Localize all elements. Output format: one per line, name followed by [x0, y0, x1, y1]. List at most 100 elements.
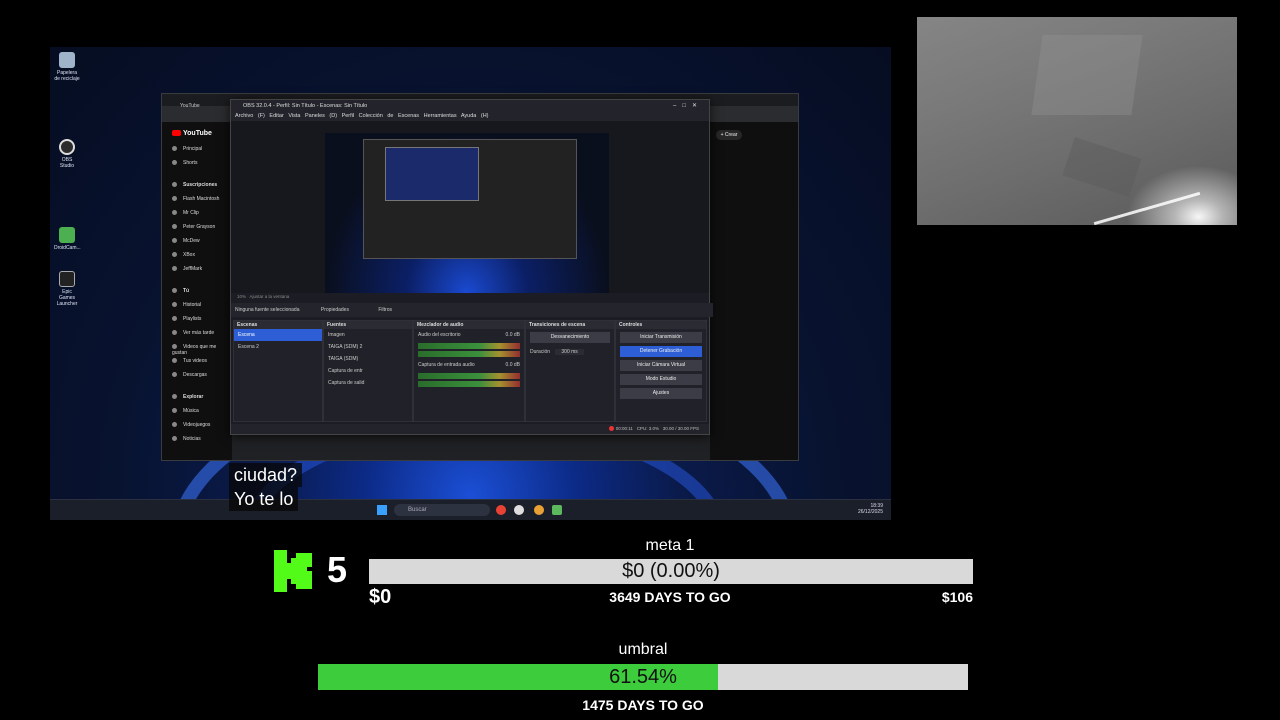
obs-taskbar-icon[interactable]	[514, 505, 524, 515]
source-item[interactable]: Captura de entr	[324, 365, 412, 377]
taskbar-search[interactable]: Buscar	[394, 504, 490, 516]
taskbar-clock[interactable]: 18:39 26/12/2025	[858, 503, 883, 515]
chrome-taskbar-icon[interactable]	[534, 505, 544, 515]
transition-select[interactable]: Desvanecimiento	[530, 332, 610, 343]
scenes-dock: Escenas Escena Escena 2	[233, 320, 323, 422]
desktop-icon-label: OBS Studio	[59, 157, 75, 169]
source-item[interactable]: Imagen	[324, 329, 412, 341]
clock-date: 26/12/2025	[857, 509, 883, 515]
nested-obs	[385, 147, 479, 201]
source-item[interactable]: TAIGA (SDM) 2	[324, 341, 412, 353]
menu-item[interactable]: Herramientas	[424, 113, 457, 119]
obs-studio-icon[interactable]: OBS Studio	[54, 139, 80, 169]
duration-input[interactable]: 300 ms	[555, 349, 584, 355]
menu-item[interactable]: Editar	[269, 113, 283, 119]
sidebar-item[interactable]: Tus videos	[172, 358, 207, 364]
sidebar-item[interactable]: Videojuegos	[172, 422, 210, 428]
fps: 30.00 / 30.00 FPS	[662, 426, 699, 431]
sidebar-item[interactable]: Shorts	[172, 160, 197, 166]
sidebar-item[interactable]: Peter Grayson	[172, 224, 215, 230]
desktop-icon-label: Papelera de reciclaje	[54, 70, 80, 82]
subtitle-line: Yo te lo	[229, 487, 299, 511]
sidebar-item[interactable]: Flash Macintosh	[172, 196, 219, 202]
menu-item[interactable]: Paneles (D)	[305, 113, 337, 119]
obs-window[interactable]: OBS 32.0.4 - Perfil: Sin Título - Escena…	[230, 99, 713, 435]
sidebar-item[interactable]: Principal	[172, 146, 202, 152]
sidebar-heading[interactable]: Explorar	[172, 394, 203, 400]
menu-item[interactable]: Vista	[288, 113, 300, 119]
menu-item[interactable]: Archivo (F)	[235, 113, 265, 119]
youtube-play-icon	[172, 130, 181, 137]
dock-title: Fuentes	[324, 321, 412, 329]
sources-dock: Fuentes Imagen TAIGA (SDM) 2 TAIGA (SDM)…	[323, 320, 413, 422]
sidebar-item[interactable]: XBox	[172, 252, 195, 258]
volume-meter	[418, 351, 520, 357]
sidebar-item[interactable]: Videos que me gustan	[172, 344, 232, 356]
sidebar-heading[interactable]: Tú	[172, 288, 189, 294]
goal1-title: meta 1	[645, 537, 695, 554]
chrome-taskbar-icon[interactable]	[496, 505, 506, 515]
goal2-title: umbral	[618, 641, 668, 658]
sidebar-item[interactable]: Música	[172, 408, 199, 414]
virtual-camera-button[interactable]: Iniciar Cámara Virtual	[620, 360, 702, 371]
dock-title: Controles	[616, 321, 706, 329]
window-controls[interactable]: –□✕	[673, 100, 703, 112]
youtube-logo[interactable]: YouTube	[172, 130, 212, 137]
goal1-bar-text: $0 (0.00%)	[622, 560, 720, 582]
sidebar-item[interactable]: Playlists	[172, 316, 201, 322]
studio-mode-button[interactable]: Modo Estudio	[620, 374, 702, 385]
stop-recording-button[interactable]: Detener Grabación	[620, 346, 702, 357]
desktop-icon-label: Epic Games Launcher	[56, 289, 78, 307]
audio-mixer-dock: Mezclador de audio Audio del escritorio …	[413, 320, 525, 422]
duration-row: Duración 300 ms	[526, 346, 614, 358]
cpu-usage: CPU: 3.0%	[636, 426, 659, 431]
mixer-channel: Captura de entrada audio 0.0 dB	[414, 359, 524, 371]
sidebar-item[interactable]: Ver más tarde	[172, 330, 214, 336]
sidebar-item[interactable]: McDew	[172, 238, 200, 244]
youtube-logo-text: YouTube	[183, 130, 212, 137]
properties-button[interactable]: Propiedades	[321, 307, 349, 313]
sidebar-item[interactable]: Noticias	[172, 436, 201, 442]
menu-item[interactable]: Ayuda (H)	[461, 113, 489, 119]
volume-meter	[418, 373, 520, 379]
epic-games-icon[interactable]: Epic Games Launcher	[54, 271, 80, 307]
menu-item[interactable]: Perfil	[342, 113, 355, 119]
source-item[interactable]: Captura de salid	[324, 377, 412, 389]
droidcam-taskbar-icon[interactable]	[552, 505, 562, 515]
zoom-fit[interactable]: Ajustar a la ventana	[250, 294, 290, 299]
menu-item[interactable]: Colección de Escenas	[359, 113, 419, 119]
goal2-days: 1475 DAYS TO GO	[582, 697, 704, 713]
start-streaming-button[interactable]: Iniciar Transmisión	[620, 332, 702, 343]
scene-item[interactable]: Escena 2	[234, 341, 322, 353]
goal1-days: 3649 DAYS TO GO	[609, 589, 731, 605]
rec-indicator-icon	[609, 426, 615, 432]
sidebar-item[interactable]: Descargas	[172, 372, 207, 378]
source-item[interactable]: TAIGA (SDM)	[324, 353, 412, 365]
obs-preview[interactable]	[231, 121, 709, 293]
sidebar-item[interactable]: Historial	[172, 302, 201, 308]
start-button-icon[interactable]	[377, 505, 387, 515]
channel-name: Audio del escritorio	[418, 332, 461, 338]
create-button[interactable]: + Crear	[716, 130, 742, 140]
source-toolbar: Ninguna fuente seleccionada Propiedades …	[231, 303, 713, 317]
sidebar-heading[interactable]: Suscripciones	[172, 182, 217, 188]
goal2-bar-text: 61.54%	[609, 666, 677, 688]
zoom-level[interactable]: 10%	[237, 294, 246, 299]
sidebar-item[interactable]: JeffMark	[172, 266, 202, 272]
settings-button[interactable]: Ajustes	[620, 388, 702, 399]
chrome-tab[interactable]: YouTube	[180, 103, 200, 109]
volume-meter	[418, 343, 520, 349]
droidcam-icon[interactable]: DroidCam...	[54, 227, 81, 251]
obs-titlebar[interactable]: OBS 32.0.4 - Perfil: Sin Título - Escena…	[231, 100, 709, 112]
goal1-target: $106	[941, 589, 973, 605]
windows-taskbar: Buscar 18:39 26/12/2025	[50, 499, 891, 520]
goal1-start: $0	[369, 586, 392, 608]
zoom-bar: 10% Ajustar a la ventana	[231, 293, 715, 301]
scene-item[interactable]: Escena	[234, 329, 322, 341]
no-source-label: Ninguna fuente seleccionada	[235, 307, 300, 313]
screen-capture: Papelera de reciclaje OBS Studio DroidCa…	[50, 47, 891, 520]
recycle-bin-icon[interactable]: Papelera de reciclaje	[54, 52, 80, 82]
controls-dock: Controles Iniciar Transmisión Detener Gr…	[615, 320, 707, 422]
sidebar-item[interactable]: Mr Clip	[172, 210, 199, 216]
filters-button[interactable]: Filtros	[378, 307, 392, 313]
